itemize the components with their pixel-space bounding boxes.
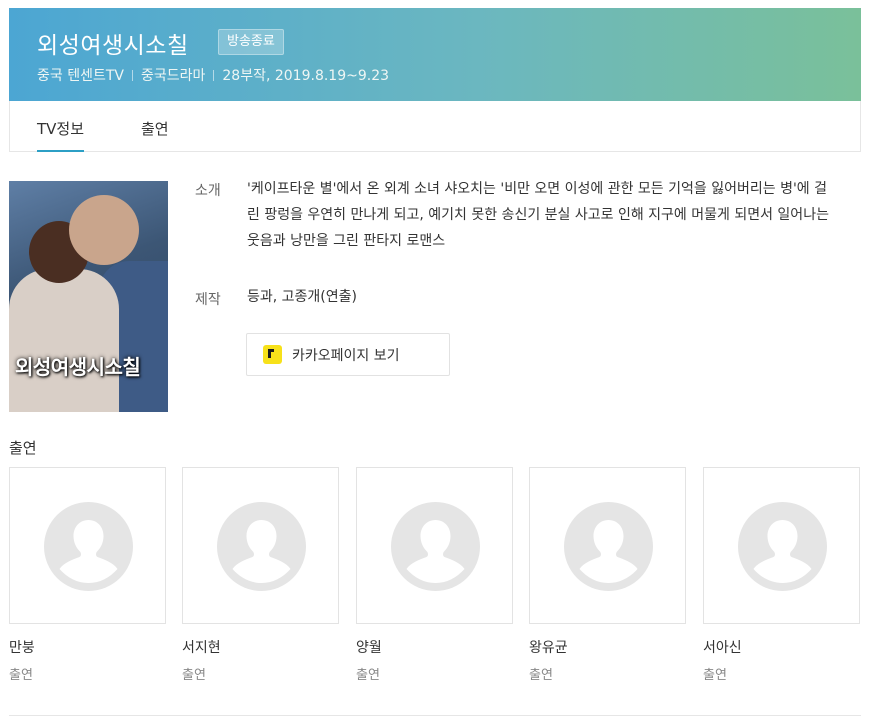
divider [9,715,861,716]
cast-name[interactable]: 서지현 [182,637,339,657]
person-placeholder-icon [44,502,133,591]
person-placeholder-icon [217,502,306,591]
cast-role: 출연 [356,668,380,683]
avatar[interactable] [529,467,686,624]
program-meta: 중국 텐센트TV 중국드라마 28부작, 2019.8.19~9.23 [37,65,389,85]
program-title: 외성여생시소칠 [37,33,189,59]
kakao-page-button-label: 카카오페이지 보기 [292,348,400,364]
cast-card[interactable]: 양월 출연 [356,467,513,683]
cast-role: 출연 [9,668,33,683]
episodes-dates-text: 28부작, 2019.8.19~9.23 [222,68,390,84]
cast-role: 출연 [182,668,206,683]
person-placeholder-icon [564,502,653,591]
avatar[interactable] [356,467,513,624]
person-placeholder-icon [391,502,480,591]
genre-text: 중국드라마 [140,68,206,84]
poster-image: 외성여생시소칠 [9,181,168,412]
program-header: 외성여생시소칠 방송종료 중국 텐센트TV 중국드라마 28부작, 2019.8… [9,8,861,101]
cast-name[interactable]: 서아신 [703,637,860,657]
cast-card[interactable]: 만붕 출연 [9,467,166,683]
cast-card[interactable]: 왕유균 출연 [529,467,686,683]
synopsis-label: 소개 [195,183,221,199]
cast-name[interactable]: 양월 [356,637,513,657]
synopsis-text: '케이프타운 별'에서 온 외계 소녀 샤오치는 '비만 오면 이성에 관한 모… [247,181,829,249]
avatar[interactable] [703,467,860,624]
kakao-page-button[interactable]: 카카오페이지 보기 [246,333,450,376]
poster-title: 외성여생시소칠 [15,355,141,379]
production-text: 등과, 고종개(연출) [247,289,357,305]
cast-card[interactable]: 서지현 출연 [182,467,339,683]
avatar[interactable] [182,467,339,624]
production-label: 제작 [195,292,221,308]
cast-role: 출연 [703,668,727,683]
cast-card[interactable]: 서아신 출연 [703,467,860,683]
kakao-page-icon [263,345,282,364]
status-badge: 방송종료 [218,29,284,55]
cast-role: 출연 [529,668,553,683]
tab-bar: TV정보 출연 [9,101,861,152]
channel-text: 중국 텐센트TV [37,68,124,84]
cast-heading: 출연 [9,439,37,457]
divider [213,69,215,81]
divider [131,69,133,81]
avatar[interactable] [9,467,166,624]
person-placeholder-icon [738,502,827,591]
cast-name[interactable]: 만붕 [9,637,166,657]
cast-name[interactable]: 왕유균 [529,637,686,657]
tab-tv-info[interactable]: TV정보 [37,118,85,152]
tab-cast[interactable]: 출연 [141,118,169,139]
